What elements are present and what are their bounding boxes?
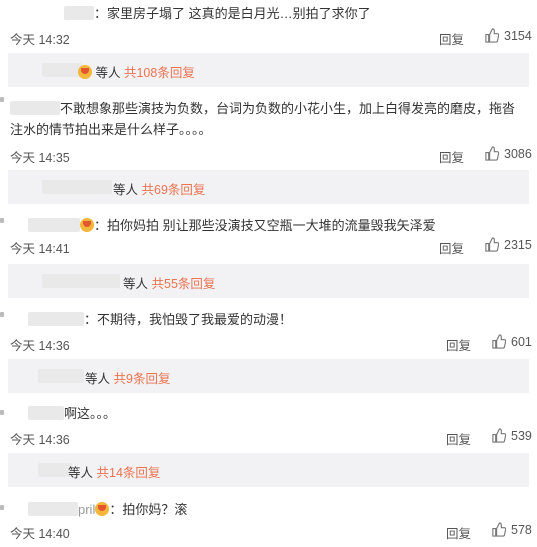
sub-reply-who: 等人 [85, 372, 111, 386]
sub-reply-bar[interactable]: 等人 共9条回复 [8, 359, 529, 393]
thumbs-up-icon [492, 428, 506, 443]
username-blurred[interactable] [10, 101, 60, 115]
thumbs-up-icon [485, 237, 499, 252]
like-button[interactable]: 2315 [484, 237, 532, 252]
sub-reply-count[interactable]: 共69条回复 [142, 183, 206, 197]
username-blurred[interactable] [28, 502, 78, 516]
reply-button[interactable]: 回复 [446, 429, 471, 448]
sub-reply-count[interactable]: 共14条回复 [97, 466, 161, 480]
reply-button[interactable]: 回复 [446, 523, 471, 542]
comment-text: 啊这。。。 [64, 406, 117, 421]
thumbs-up-icon [492, 522, 506, 537]
sub-reply-bar[interactable]: 等人 共69条回复 [8, 170, 529, 204]
like-button[interactable]: 539 [491, 428, 532, 443]
username-blurred[interactable] [42, 274, 120, 288]
thumbs-up-icon [485, 146, 499, 161]
like-count: 3086 [504, 146, 532, 161]
comment-time: 今天 14:36 [10, 339, 70, 353]
avatar-edge [0, 312, 4, 317]
username-blurred[interactable] [38, 369, 84, 383]
like-count: 2315 [504, 237, 532, 252]
username-blurred[interactable] [64, 6, 94, 20]
avatar-edge [0, 410, 4, 415]
sub-reply-count[interactable]: 共108条回复 [124, 66, 195, 80]
comment-text: ：不期待，我怕毁了我最爱的动漫！ [84, 312, 293, 327]
comment-time: 今天 14:40 [10, 527, 70, 541]
comment-text: ：拍你妈？滚 [109, 502, 188, 517]
like-button[interactable]: 3086 [484, 146, 532, 161]
comment-text: ：家里房子塌了 这真的是白月光…别拍了求你了 [94, 6, 371, 21]
reply-button[interactable]: 回复 [446, 335, 471, 354]
emoji-icon [78, 65, 92, 79]
reply-button[interactable]: 回复 [439, 29, 464, 48]
username-blurred[interactable] [28, 406, 64, 420]
avatar-edge [0, 218, 4, 223]
username-blurred[interactable] [28, 312, 84, 326]
thumbs-up-icon [485, 28, 499, 43]
sub-reply-count[interactable]: 共55条回复 [152, 277, 216, 291]
reply-button[interactable]: 回复 [439, 238, 464, 257]
like-count: 539 [511, 428, 532, 443]
like-count: 3154 [504, 28, 532, 43]
like-count: 601 [511, 334, 532, 349]
avatar-edge [0, 97, 4, 102]
emoji-icon [95, 502, 110, 516]
comment-text: ：拍你妈拍 别让那些没演技又空瓶一大堆的流量毁我矢泽爱 [94, 218, 436, 233]
sub-reply-who: 等人 [95, 66, 121, 80]
comment-text: 不敢想象那些演技为负数，台词为负数的小花小生，加上白得发亮的磨皮，拖沓注水的情节… [10, 101, 516, 137]
username-partial[interactable]: pril [78, 502, 95, 517]
comment-time: 今天 14:41 [10, 242, 70, 256]
reply-button[interactable]: 回复 [439, 147, 464, 166]
sub-reply-count[interactable]: 共9条回复 [114, 372, 171, 386]
username-blurred[interactable] [38, 463, 72, 477]
sub-reply-who: 等人 [68, 466, 94, 480]
like-button[interactable]: 601 [491, 334, 532, 349]
sub-reply-bar[interactable]: 等人 共108条回复 [8, 53, 529, 87]
sub-reply-bar[interactable]: 等人 共14条回复 [8, 453, 529, 487]
avatar-edge [0, 505, 4, 510]
emoji-icon [80, 218, 94, 232]
username-blurred[interactable] [28, 218, 80, 232]
comment-time: 今天 14:36 [10, 433, 70, 447]
sub-reply-who: 等人 [113, 183, 139, 197]
like-button[interactable]: 3154 [484, 28, 532, 43]
sub-reply-who: 等人 [123, 277, 149, 291]
comment-time: 今天 14:32 [10, 33, 70, 47]
comment-time: 今天 14:35 [10, 151, 70, 165]
sub-reply-bar[interactable]: 等人 共55条回复 [8, 264, 529, 298]
thumbs-up-icon [492, 334, 506, 349]
username-blurred[interactable] [42, 63, 82, 77]
like-button[interactable]: 578 [491, 522, 532, 537]
username-blurred[interactable] [42, 180, 112, 194]
like-count: 578 [511, 522, 532, 537]
